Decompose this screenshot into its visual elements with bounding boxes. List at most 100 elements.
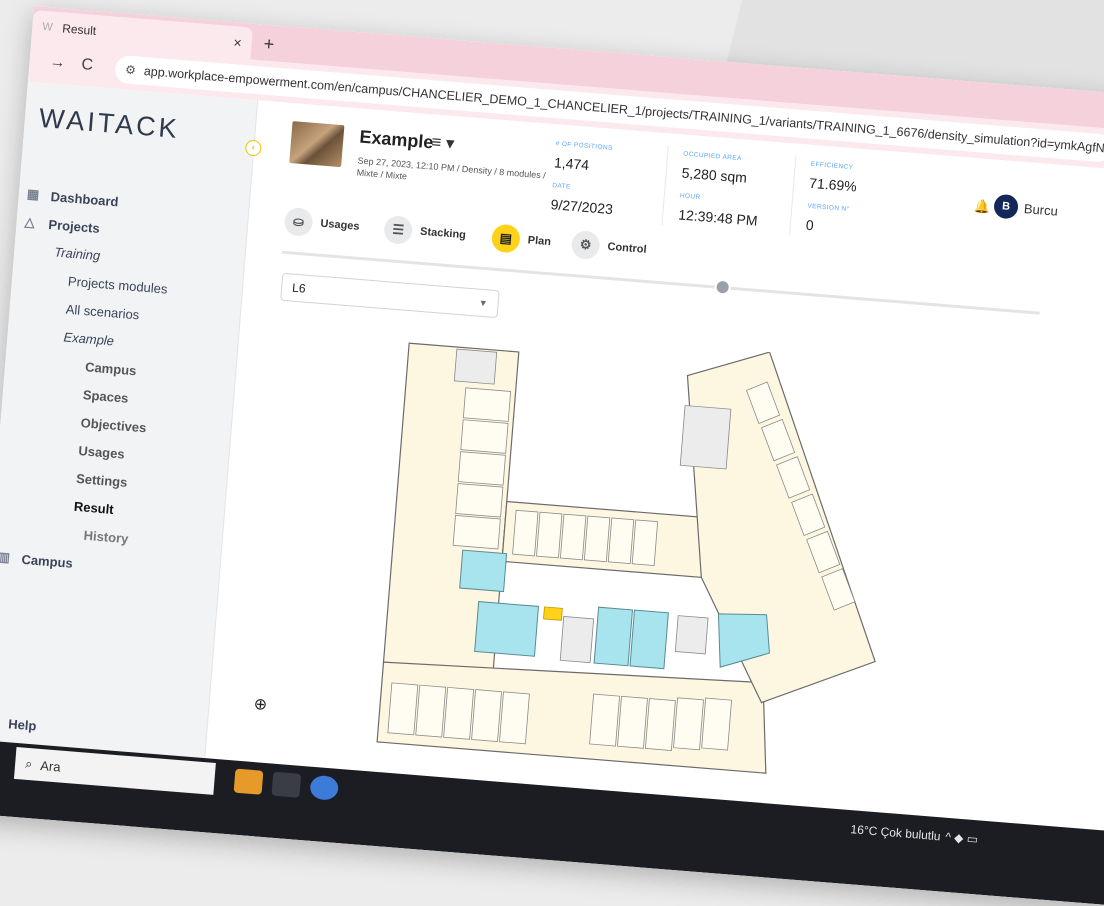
plan-wing-right <box>662 346 899 712</box>
floor-select-value: L6 <box>292 281 306 296</box>
tab-title: Result <box>62 21 234 49</box>
sidebar-item-dashboard[interactable]: ▦ Dashboard <box>26 186 119 209</box>
office-room <box>645 699 675 751</box>
core-stairs <box>454 349 496 384</box>
search-icon: ⌕ <box>25 756 34 773</box>
highlighted-space <box>543 607 562 620</box>
sidebar-item-projects[interactable]: △ Projects <box>24 214 100 236</box>
taskbar-search-placeholder: Ara <box>40 757 61 774</box>
chevron-down-icon: ▼ <box>478 298 488 309</box>
stat-version-label: VERSION N° <box>807 203 850 213</box>
stat-area-label: OCCUPIED AREA <box>683 151 742 163</box>
stat-positions-value: 1,474 <box>554 154 590 173</box>
office-room <box>618 696 648 748</box>
recenter-icon[interactable]: ⊕ <box>253 694 268 715</box>
office-room <box>608 518 633 564</box>
office-room <box>444 687 474 739</box>
project-meta: Sep 27, 2023, 12:10 PM / Density / 8 mod… <box>356 154 547 193</box>
chrome-app-icon[interactable] <box>309 775 339 801</box>
meeting-room <box>630 610 668 669</box>
office-room <box>499 692 529 744</box>
office-room <box>513 510 538 556</box>
sidebar-item-all-scenarios[interactable]: All scenarios <box>65 302 140 323</box>
office-room <box>388 683 418 735</box>
stat-area-value: 5,280 sqm <box>681 165 747 186</box>
dashboard-icon: ▦ <box>26 186 43 203</box>
waitack-logo: WAITACK <box>38 103 181 145</box>
floor-plan[interactable] <box>356 322 910 802</box>
stat-date-label: DATE <box>552 182 571 190</box>
user-name[interactable]: Burcu <box>1023 201 1058 219</box>
sidebar-item-help[interactable]: ⓘ Help <box>0 712 37 735</box>
sidebar-item-history[interactable]: History <box>83 528 129 547</box>
sidebar-item-projects-modules[interactable]: Projects modules <box>67 274 168 297</box>
office-room <box>463 388 510 422</box>
help-icon: ⓘ <box>0 712 1 732</box>
stat-divider <box>661 145 668 225</box>
weather-text[interactable]: 16°C Çok bulutlu <box>850 822 941 843</box>
core-stairs <box>560 616 593 662</box>
main-content: Example ≡ ▾ Sep 27, 2023, 12:10 PM / Den… <box>205 100 1104 832</box>
stat-divider <box>789 156 796 236</box>
office-room <box>702 698 732 750</box>
bell-icon[interactable]: 🔔 <box>973 198 990 215</box>
tab-usages[interactable]: ⛀ Usages <box>283 207 360 241</box>
site-settings-icon[interactable]: ⚙ <box>125 63 137 78</box>
briefcase-app-icon[interactable] <box>234 769 264 795</box>
stat-version-value: 0 <box>805 217 814 234</box>
floor-select[interactable]: L6 ▼ <box>280 273 500 318</box>
sidebar-item-settings[interactable]: Settings <box>76 471 128 490</box>
campus-chart-icon: ▥ <box>0 549 14 566</box>
menu-dropdown-icon[interactable]: ≡ ▾ <box>431 132 456 154</box>
task-view-icon[interactable] <box>271 772 301 798</box>
stacking-icon: ☰ <box>383 215 413 245</box>
sidebar-item-objectives[interactable]: Objectives <box>80 415 147 435</box>
projects-icon: △ <box>24 214 41 231</box>
system-tray-icon[interactable]: ^ ◆ ▭ <box>945 830 979 847</box>
forward-arrow-icon[interactable]: → <box>49 53 66 72</box>
project-thumbnail <box>289 121 344 167</box>
meeting-room <box>460 550 507 591</box>
stat-hour-label: HOUR <box>680 192 701 201</box>
office-room <box>456 484 503 518</box>
project-title: Example <box>359 127 434 154</box>
sidebar-item-result[interactable]: Result <box>73 499 114 517</box>
stat-efficiency-value: 71.69% <box>809 175 858 195</box>
sidebar-item-campus[interactable]: ▥ Campus <box>0 549 73 571</box>
close-icon[interactable]: × <box>233 34 242 51</box>
tab-control[interactable]: ⚙ Control <box>571 230 648 264</box>
sidebar-item-spaces[interactable]: Spaces <box>82 387 129 406</box>
stat-date-value: 9/27/2023 <box>550 196 613 217</box>
office-room <box>560 514 585 560</box>
favicon-icon: W <box>42 20 57 35</box>
app-root: WAITACK ▦ Dashboard △ Projects Training … <box>0 82 1104 832</box>
office-room <box>584 516 609 562</box>
reload-icon[interactable]: C <box>81 56 94 75</box>
sidebar-item-campus-sub[interactable]: Campus <box>85 359 137 378</box>
tab-plan[interactable]: ▤ Plan <box>491 224 552 257</box>
stat-efficiency-label: EFFICIENCY <box>811 161 854 171</box>
sidebar-item-usages[interactable]: Usages <box>78 443 125 462</box>
office-room <box>590 694 620 746</box>
meeting-room <box>475 602 539 657</box>
office-room <box>472 690 502 742</box>
tab-stacking[interactable]: ☰ Stacking <box>383 215 467 249</box>
stat-positions-label: # OF POSITIONS <box>555 140 613 152</box>
office-room <box>416 685 446 737</box>
plan-icon: ▤ <box>491 224 521 254</box>
office-room <box>674 698 704 750</box>
office-room <box>632 520 657 566</box>
office-room <box>453 515 500 549</box>
sidebar-item-example[interactable]: Example <box>63 329 115 348</box>
new-tab-button[interactable]: + <box>263 34 275 56</box>
timeline-handle[interactable] <box>714 279 731 296</box>
office-room <box>458 452 505 486</box>
gear-icon: ⚙ <box>571 230 601 260</box>
office-room <box>537 512 562 558</box>
stat-hour-value: 12:39:48 PM <box>678 206 758 228</box>
usages-icon: ⛀ <box>283 207 313 237</box>
sidebar-item-training[interactable]: Training <box>54 244 101 263</box>
core-stairs <box>680 406 731 469</box>
core-stairs <box>675 616 708 654</box>
avatar[interactable]: B <box>993 194 1019 220</box>
